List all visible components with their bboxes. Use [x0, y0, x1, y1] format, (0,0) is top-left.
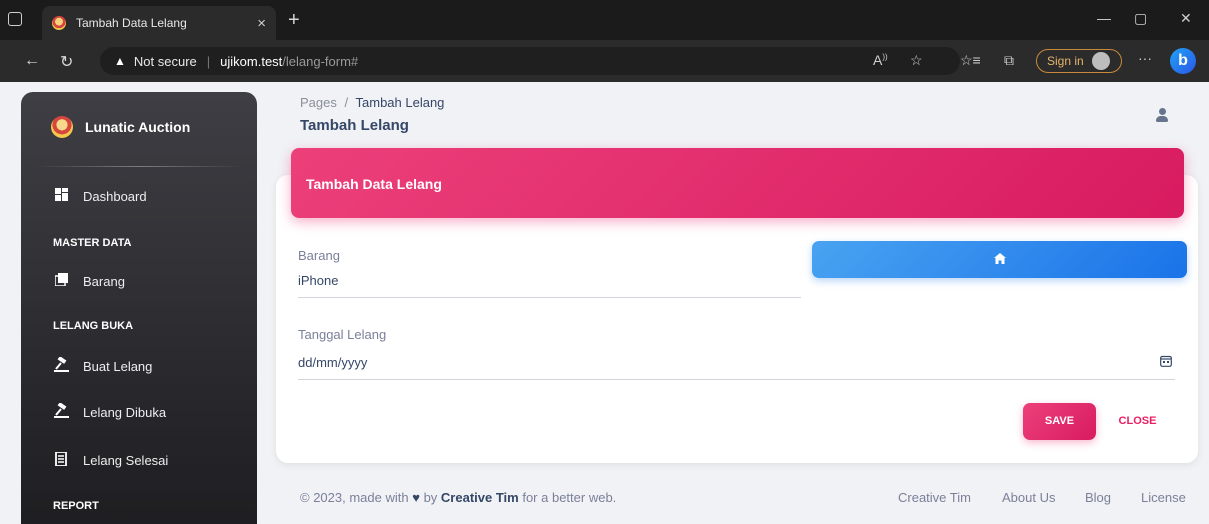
footer-author-link[interactable]: Creative Tim [441, 490, 519, 505]
sidebar-item-label: Lelang Selesai [83, 453, 169, 468]
calendar-icon[interactable] [1160, 354, 1172, 372]
barang-select[interactable]: iPhone [298, 273, 338, 288]
sidebar-item-lelang-dibuka[interactable]: Lelang Dibuka [53, 402, 167, 421]
footer-link-about-us[interactable]: About Us [1002, 490, 1055, 505]
section-lelang-buka: LELANG BUKA [53, 320, 134, 332]
section-report: REPORT [53, 500, 99, 512]
home-button[interactable] [812, 241, 1187, 278]
breadcrumb: Pages / Tambah Lelang [300, 95, 444, 110]
breadcrumb-separator: / [344, 95, 349, 110]
bing-icon[interactable]: b [1170, 48, 1196, 74]
sidebar-divider [37, 166, 241, 167]
tab-close-icon[interactable]: × [257, 15, 266, 32]
sidebar: Lunatic Auction Dashboard MASTER DATA Ba… [21, 92, 257, 524]
sign-in-button[interactable]: Sign in [1036, 49, 1122, 73]
footer-copyright: © 2023, made with ♥ by Creative Tim for … [300, 490, 616, 505]
tab-actions-icon[interactable] [8, 12, 22, 26]
receipt-icon [53, 451, 69, 469]
save-button[interactable]: SAVE [1023, 403, 1096, 440]
site-favicon-icon [52, 16, 66, 30]
tanggal-underline [298, 379, 1175, 380]
sidebar-item-dashboard[interactable]: Dashboard [53, 188, 147, 204]
tanggal-label: Tanggal Lelang [298, 327, 387, 342]
security-label[interactable]: Not secure [134, 54, 197, 69]
sidebar-item-lelang-selesai[interactable]: Lelang Selesai [53, 451, 169, 469]
sidebar-item-barang[interactable]: Barang [53, 273, 125, 289]
card-header: Tambah Data Lelang [291, 148, 1184, 218]
warning-icon: ▲ [114, 54, 126, 68]
heart-icon: ♥ [412, 490, 420, 505]
add-favorite-icon[interactable]: ☆ [910, 52, 923, 69]
collections-icon[interactable]: ⧉ [1004, 52, 1014, 69]
footer-link-creative-tim[interactable]: Creative Tim [898, 490, 971, 505]
logo-icon [51, 116, 73, 138]
more-menu-icon[interactable]: ··· [1138, 50, 1152, 66]
section-master-data: MASTER DATA [53, 237, 132, 249]
dashboard-icon [53, 188, 69, 204]
profile-avatar-icon [1091, 52, 1110, 70]
sidebar-item-label: Barang [83, 273, 125, 289]
breadcrumb-root[interactable]: Pages [300, 95, 337, 110]
user-icon[interactable] [1156, 108, 1168, 122]
home-icon [994, 253, 1006, 264]
gavel-icon [53, 402, 69, 421]
url-host: ujikom.test [220, 53, 283, 69]
window-close-icon[interactable]: ✕ [1180, 10, 1192, 27]
sidebar-item-label: Dashboard [83, 188, 147, 204]
brand-name: Lunatic Auction [85, 119, 191, 135]
tanggal-input[interactable]: dd/mm/yyyy [298, 355, 367, 370]
url-path: /lelang-form# [282, 53, 359, 69]
url-input[interactable]: ▲ Not secure | ujikom.test /lelang-form# [100, 47, 960, 75]
footer-link-blog[interactable]: Blog [1085, 490, 1111, 505]
new-tab-button[interactable]: + [288, 9, 300, 32]
sign-in-label: Sign in [1047, 54, 1084, 68]
sidebar-item-label: Buat Lelang [83, 358, 153, 374]
back-arrow-icon[interactable]: ← [24, 52, 40, 70]
address-bar-row: ← ↻ ▲ Not secure | ujikom.test /lelang-f… [0, 40, 1209, 82]
browser-tab[interactable]: Tambah Data Lelang × [42, 6, 276, 40]
gavel-icon [53, 356, 69, 375]
copyright-text: © 2023, made with [300, 490, 409, 505]
copy-icon [53, 273, 69, 289]
breadcrumb-current: Tambah Lelang [355, 95, 445, 110]
suffix-text: for a better web. [522, 490, 617, 505]
card-title: Tambah Data Lelang [306, 176, 442, 192]
url-separator: | [206, 53, 211, 69]
read-aloud-icon[interactable]: A)) [873, 52, 888, 68]
maximize-icon[interactable]: ▢ [1134, 10, 1147, 27]
refresh-icon[interactable]: ↻ [60, 52, 73, 72]
sidebar-item-label: Lelang Dibuka [83, 404, 167, 420]
tab-title: Tambah Data Lelang [76, 16, 187, 30]
sidebar-item-buat-lelang[interactable]: Buat Lelang [53, 356, 153, 375]
barang-label: Barang [298, 248, 340, 263]
close-button[interactable]: CLOSE [1110, 403, 1165, 440]
by-text: by [423, 490, 438, 505]
footer-link-license[interactable]: License [1141, 490, 1186, 505]
brand[interactable]: Lunatic Auction [51, 116, 190, 138]
barang-underline [298, 297, 801, 298]
browser-tab-bar: Tambah Data Lelang × + — ▢ ✕ [0, 0, 1209, 40]
page-title: Tambah Lelang [300, 117, 409, 134]
favorites-icon[interactable]: ☆≡ [960, 52, 981, 69]
minimize-icon[interactable]: — [1097, 10, 1111, 26]
